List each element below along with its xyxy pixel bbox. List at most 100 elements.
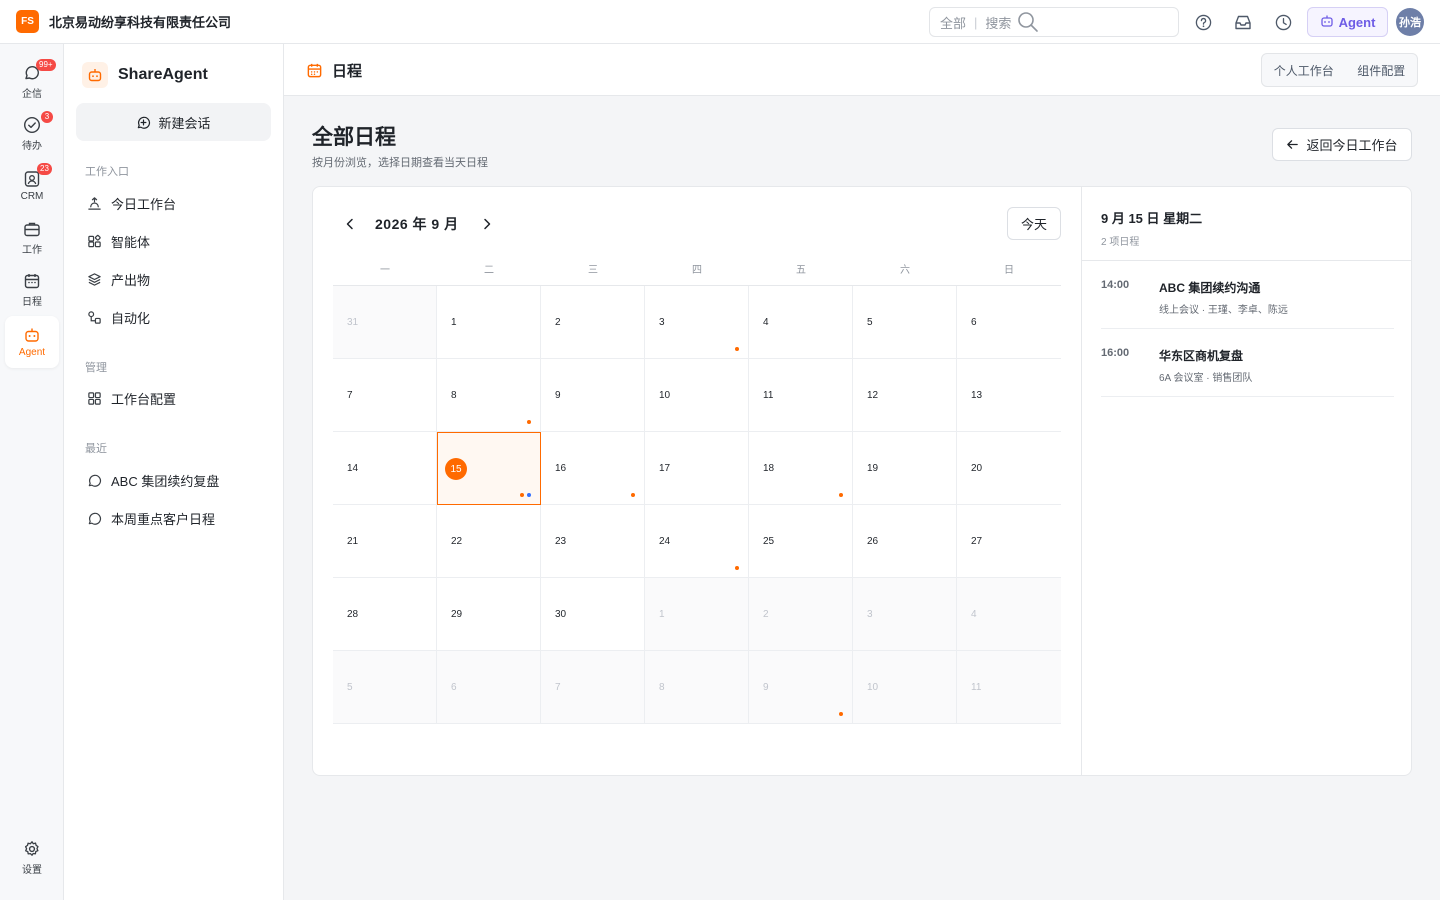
calendar-day-selected[interactable]: 15 xyxy=(437,432,541,505)
calendar-day[interactable]: 3 xyxy=(853,578,957,651)
calendar-day[interactable]: 21 xyxy=(333,505,437,578)
calendar-day[interactable]: 7 xyxy=(333,359,437,432)
calendar-day[interactable]: 10 xyxy=(853,651,957,724)
today-button[interactable]: 今天 xyxy=(1007,207,1061,240)
rail-item-calendar[interactable]: 日程 xyxy=(5,264,59,316)
event-count: 2 项日程 xyxy=(1101,237,1140,248)
calendar-day[interactable]: 29 xyxy=(437,578,541,651)
calendar-day[interactable]: 27 xyxy=(957,505,1061,578)
calendar-day[interactable]: 24 xyxy=(645,505,749,578)
rail-item-todo[interactable]: 待办 3 xyxy=(5,108,59,160)
calendar-day[interactable]: 23 xyxy=(541,505,645,578)
event-meta: 6A 会议室 · 销售团队 xyxy=(1159,373,1253,384)
new-chat-button[interactable]: 新建会话 xyxy=(76,103,271,141)
sidebar-item-outputs[interactable]: 产出物 xyxy=(76,262,271,296)
sidebar-item-workbench-config[interactable]: 工作台配置 xyxy=(76,381,271,415)
weekday-label: 三 xyxy=(588,265,598,276)
calendar-day[interactable]: 1 xyxy=(437,286,541,359)
next-month-button[interactable] xyxy=(479,214,495,234)
main-header: 日程 个人工作台 组件配置 xyxy=(284,44,1440,96)
briefcase-icon xyxy=(24,222,40,237)
calendar-day[interactable]: 2 xyxy=(541,286,645,359)
robot-icon xyxy=(82,62,108,88)
calendar-day[interactable]: 3 xyxy=(645,286,749,359)
calendar-day[interactable]: 16 xyxy=(541,432,645,505)
history-clock-icon[interactable] xyxy=(1273,12,1293,32)
global-search[interactable]: 全部 | 搜索 xyxy=(929,7,1179,37)
calendar-day[interactable]: 25 xyxy=(749,505,853,578)
section-label-recent: 最近 xyxy=(85,443,107,455)
calendar-day[interactable]: 5 xyxy=(333,651,437,724)
sidebar-item-recent-schedule[interactable]: 本周重点客户日程 xyxy=(76,501,271,535)
calendar-day[interactable]: 10 xyxy=(645,359,749,432)
calendar-day[interactable]: 12 xyxy=(853,359,957,432)
calendar-day[interactable]: 7 xyxy=(541,651,645,724)
calendar-day[interactable]: 5 xyxy=(853,286,957,359)
calendar-day[interactable]: 30 xyxy=(541,578,645,651)
tab-component-config[interactable]: 组件配置 xyxy=(1357,62,1405,79)
user-avatar[interactable]: 孙浩 xyxy=(1396,8,1424,36)
calendar-day[interactable]: 11 xyxy=(957,651,1061,724)
calendar-day[interactable]: 17 xyxy=(645,432,749,505)
search-separator: | xyxy=(974,14,978,30)
calendar-day[interactable]: 26 xyxy=(853,505,957,578)
search-icon[interactable] xyxy=(1017,11,1039,33)
event-item[interactable]: 16:00 华东区商机复盘 6A 会议室 · 销售团队 xyxy=(1101,329,1394,397)
calendar-day[interactable]: 18 xyxy=(749,432,853,505)
sidebar-title: ShareAgent xyxy=(118,66,208,83)
day-number: 9 xyxy=(763,682,769,693)
calendar-day[interactable]: 9 xyxy=(749,651,853,724)
search-input[interactable]: 搜索 xyxy=(985,13,1011,32)
page-header-label: 日程 xyxy=(332,63,363,80)
day-number: 17 xyxy=(659,463,671,474)
calendar-day[interactable]: 14 xyxy=(333,432,437,505)
calendar-day[interactable]: 19 xyxy=(853,432,957,505)
calendar-day[interactable]: 6 xyxy=(437,651,541,724)
rail-item-work[interactable]: 工作 xyxy=(5,212,59,264)
day-number: 3 xyxy=(867,609,873,620)
rail-item-agent[interactable]: Agent xyxy=(5,316,59,368)
event-dot xyxy=(839,712,843,716)
calendar-day[interactable]: 8 xyxy=(437,359,541,432)
calendar-day[interactable]: 31 xyxy=(333,286,437,359)
calendar-day[interactable]: 13 xyxy=(957,359,1061,432)
sidebar-item-today-workbench[interactable]: 今日工作台 xyxy=(76,186,271,220)
new-chat-label: 新建会话 xyxy=(158,115,211,131)
calendar-day[interactable]: 1 xyxy=(645,578,749,651)
calendar-day[interactable]: 4 xyxy=(957,578,1061,651)
calendar-day[interactable]: 20 xyxy=(957,432,1061,505)
tab-personal-workbench[interactable]: 个人工作台 xyxy=(1274,62,1334,79)
company-logo[interactable]: FS xyxy=(16,10,39,33)
calendar-day[interactable]: 9 xyxy=(541,359,645,432)
event-dot xyxy=(527,420,531,424)
prev-month-button[interactable] xyxy=(342,214,358,234)
section-label-entry: 工作入口 xyxy=(85,166,129,178)
calendar-day[interactable]: 28 xyxy=(333,578,437,651)
agent-button[interactable]: Agent xyxy=(1307,7,1388,37)
sidebar-item-recent-abc[interactable]: ABC 集团续约复盘 xyxy=(76,463,271,497)
sidebar-item-label: ABC 集团续约复盘 xyxy=(111,473,220,489)
calendar-day[interactable]: 4 xyxy=(749,286,853,359)
sidebar-item-automation[interactable]: 自动化 xyxy=(76,300,271,334)
event-item[interactable]: 14:00 ABC 集团续约沟通 线上会议 · 王瑾、李卓、陈远 xyxy=(1101,261,1394,329)
back-to-today-button[interactable]: 返回今日工作台 xyxy=(1272,128,1412,161)
calendar-day[interactable]: 2 xyxy=(749,578,853,651)
help-icon[interactable] xyxy=(1193,12,1213,32)
rail-item-settings[interactable]: 设置 xyxy=(5,832,59,884)
day-number: 12 xyxy=(867,390,879,401)
search-scope[interactable]: 全部 xyxy=(940,13,966,32)
sidebar-header: ShareAgent xyxy=(82,62,208,88)
rail-item-crm[interactable]: CRM 23 xyxy=(5,160,59,212)
calendar-day[interactable]: 6 xyxy=(957,286,1061,359)
sidebar-item-agents[interactable]: 智能体 xyxy=(76,224,271,258)
weekday-label: 二 xyxy=(484,265,494,276)
rail-item-messages[interactable]: 企信 99+ xyxy=(5,56,59,108)
calendar-day[interactable]: 22 xyxy=(437,505,541,578)
calendar-day[interactable]: 11 xyxy=(749,359,853,432)
day-number: 2 xyxy=(763,609,769,620)
inbox-icon[interactable] xyxy=(1233,12,1253,32)
calendar-day[interactable]: 8 xyxy=(645,651,749,724)
agent-button-label: Agent xyxy=(1338,14,1376,30)
day-number: 28 xyxy=(347,609,359,620)
day-number: 23 xyxy=(555,536,567,547)
